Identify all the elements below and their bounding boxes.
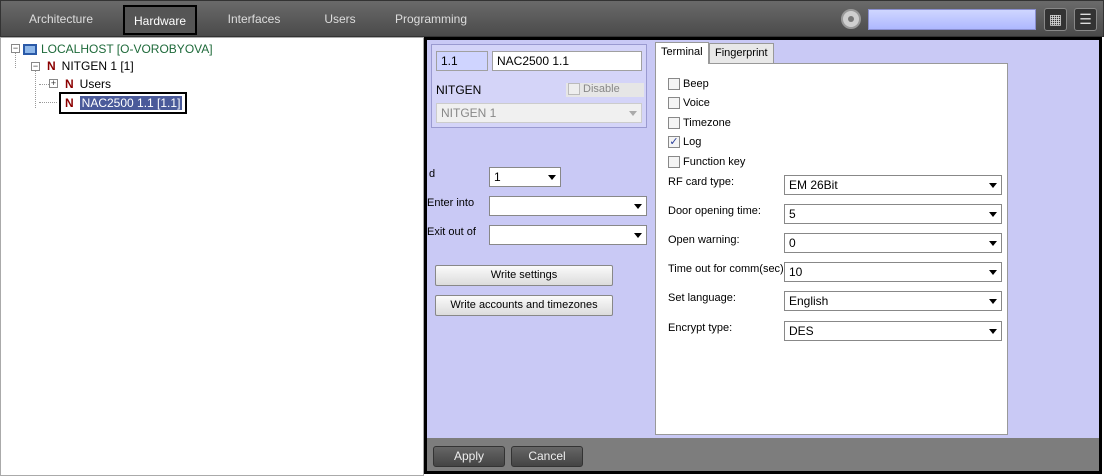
timeout-select[interactable]: 10	[784, 262, 1002, 282]
nitgen-icon: N	[47, 59, 56, 73]
expand-users-toggle[interactable]: +	[49, 79, 58, 88]
tab-architecture[interactable]: Architecture	[23, 5, 99, 35]
timeout-label: Time out for comm(sec):	[668, 263, 787, 275]
chevron-down-icon	[989, 299, 997, 304]
check-icon: ✓	[668, 136, 680, 149]
voice-checkbox[interactable]: Voice	[668, 97, 710, 111]
menu-icon[interactable]: ☰	[1074, 8, 1097, 31]
chevron-down-icon	[989, 183, 997, 188]
enter-into-label: Enter into	[427, 197, 475, 209]
expand-device-toggle[interactable]: −	[31, 62, 40, 71]
log-checkbox[interactable]: ✓ Log	[668, 136, 701, 150]
chevron-down-icon	[989, 329, 997, 334]
cancel-button[interactable]: Cancel	[511, 446, 583, 467]
chevron-down-icon	[634, 233, 642, 238]
door-time-value: 5	[789, 207, 796, 221]
terminal-tab-body: Beep Voice Timezone ✓ Log Function key RF…	[655, 63, 1008, 435]
beep-label: Beep	[683, 78, 709, 90]
exit-out-select[interactable]	[489, 225, 647, 245]
tab-terminal[interactable]: Terminal	[655, 42, 709, 64]
rf-card-label: RF card type:	[668, 176, 735, 188]
chevron-down-icon	[634, 204, 642, 209]
d-select[interactable]: 1	[489, 167, 561, 187]
tree-item-localhost[interactable]: LOCALHOST [O-VOROBYOVA]	[23, 41, 213, 57]
encrypt-label: Encrypt type:	[668, 322, 733, 334]
write-accounts-button[interactable]: Write accounts and timezones	[435, 295, 613, 316]
nitgen-icon: N	[65, 77, 74, 91]
chevron-down-icon	[989, 212, 997, 217]
tree-item-users[interactable]: N Users	[65, 76, 111, 92]
voice-label: Voice	[683, 97, 710, 109]
terminal-tabs: Terminal Fingerprint Beep Voice Timezone…	[655, 42, 1008, 436]
write-settings-button[interactable]: Write settings	[435, 265, 613, 286]
parent-device-value: NITGEN 1	[441, 106, 497, 120]
hardware-tree: − LOCALHOST [O-VOROBYOVA] − N NITGEN 1 [1…	[0, 37, 424, 476]
function-key-checkbox-box	[668, 156, 680, 169]
computer-icon	[23, 44, 37, 56]
tab-users[interactable]: Users	[317, 5, 363, 35]
tab-programming[interactable]: Programming	[393, 5, 469, 35]
apply-button[interactable]: Apply	[433, 446, 505, 467]
d-label: d	[429, 168, 436, 180]
beep-checkbox-box	[668, 78, 680, 91]
tab-hardware[interactable]: Hardware	[123, 5, 197, 35]
open-warning-select[interactable]: 0	[784, 233, 1002, 253]
language-label: Set language:	[668, 292, 736, 304]
language-select[interactable]: English	[784, 291, 1002, 311]
disable-checkbox[interactable]: Disable	[566, 83, 644, 97]
parent-device-select[interactable]: NITGEN 1	[436, 103, 642, 123]
beep-checkbox[interactable]: Beep	[668, 78, 709, 92]
tree-label-nitgen: NITGEN 1 [1]	[61, 59, 134, 73]
tab-interfaces[interactable]: Interfaces	[221, 5, 287, 35]
enter-into-select[interactable]	[489, 196, 647, 216]
open-warning-value: 0	[789, 236, 796, 250]
door-time-select[interactable]: 5	[784, 204, 1002, 224]
tree-label-users: Users	[79, 77, 112, 91]
timezone-label: Timezone	[683, 117, 731, 129]
tree-item-nitgen[interactable]: N NITGEN 1 [1]	[47, 58, 134, 74]
exit-out-label: Exit out of	[427, 226, 476, 238]
function-key-checkbox[interactable]: Function key	[668, 156, 745, 170]
rf-card-select[interactable]: EM 26Bit	[784, 175, 1002, 195]
id-field[interactable]: 1.1	[436, 51, 488, 71]
rf-card-value: EM 26Bit	[789, 178, 838, 192]
tree-label-nac2500: NAC2500 1.1 [1.1]	[79, 96, 183, 110]
chevron-down-icon	[989, 241, 997, 246]
timeout-value: 10	[789, 265, 803, 279]
tree-item-nac2500[interactable]: N NAC2500 1.1 [1.1]	[65, 95, 183, 111]
nitgen-icon: N	[65, 96, 74, 110]
settings-panel: 1.1 NAC2500 1.1 NITGEN Disable NITGEN 1 …	[424, 37, 1102, 474]
disable-checkbox-box	[568, 83, 580, 96]
encrypt-select[interactable]: DES	[784, 321, 1002, 341]
search-input[interactable]	[868, 9, 1036, 30]
function-key-label: Function key	[683, 156, 746, 168]
device-id-group: 1.1 NAC2500 1.1 NITGEN Disable NITGEN 1	[431, 44, 647, 128]
timezone-checkbox-box	[668, 117, 680, 130]
voice-checkbox-box	[668, 97, 680, 110]
log-label: Log	[683, 136, 702, 148]
top-nav-bar: Architecture Hardware Interfaces Users P…	[0, 0, 1104, 37]
search-icon[interactable]	[841, 9, 861, 29]
panel-footer: Apply Cancel	[427, 438, 1099, 471]
name-field[interactable]: NAC2500 1.1	[492, 51, 642, 71]
expand-root-toggle[interactable]: −	[11, 44, 20, 53]
tab-fingerprint[interactable]: Fingerprint	[709, 43, 774, 63]
open-warning-label: Open warning:	[668, 234, 740, 246]
language-value: English	[789, 294, 829, 308]
tree-label-localhost: LOCALHOST [O-VOROBYOVA]	[41, 42, 213, 56]
chevron-down-icon	[548, 175, 556, 180]
layout-grid-icon[interactable]: ▦	[1044, 8, 1067, 31]
chevron-down-icon	[989, 270, 997, 275]
d-value: 1	[494, 170, 501, 184]
door-time-label: Door opening time:	[668, 205, 761, 217]
timezone-checkbox[interactable]: Timezone	[668, 117, 731, 131]
chevron-down-icon	[629, 111, 637, 116]
type-label: NITGEN	[436, 83, 482, 97]
encrypt-value: DES	[789, 324, 814, 338]
disable-label: Disable	[583, 83, 620, 95]
